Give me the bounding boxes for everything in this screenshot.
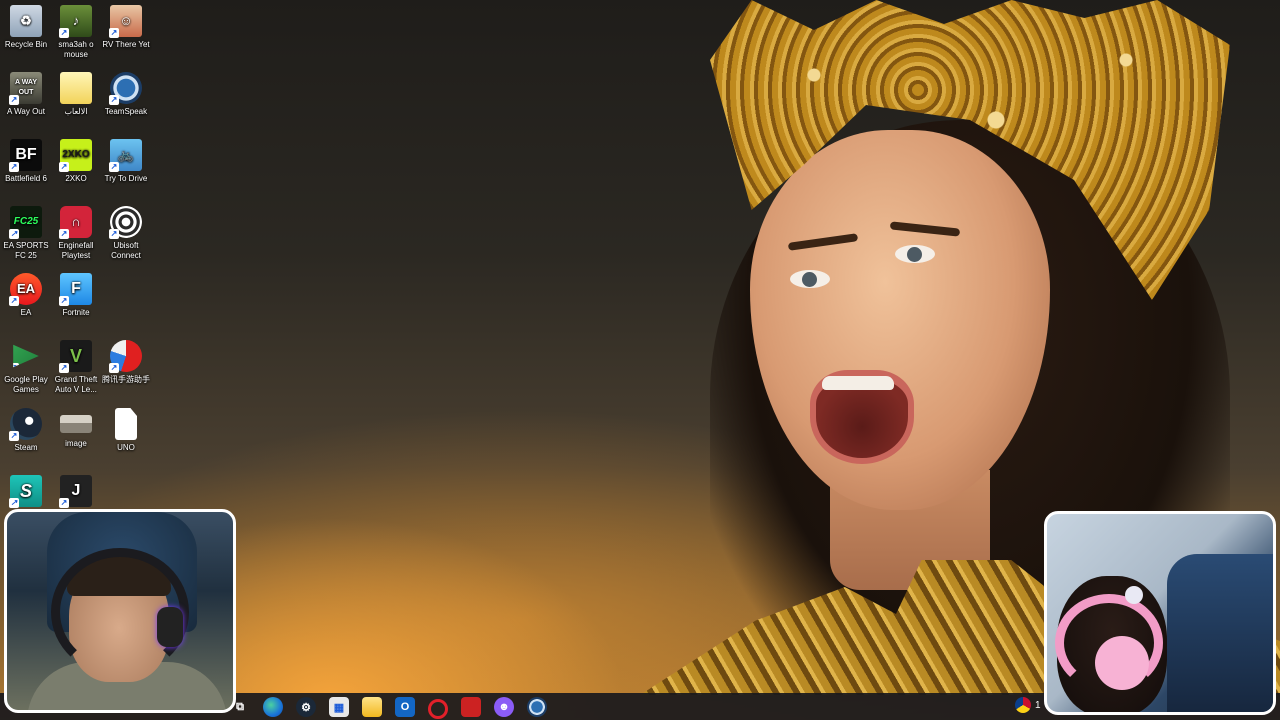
uno-file-icon [115, 408, 137, 440]
tray-clock[interactable]: 1 [1035, 700, 1041, 711]
jackbox-icon: J [59, 475, 92, 508]
medal-icon[interactable] [461, 697, 481, 717]
desktop-icon-ea[interactable]: EA EA [0, 268, 52, 318]
enginefall-icon: ∩ [59, 206, 92, 239]
outlook-icon[interactable]: O [395, 697, 415, 717]
desktop-icon-teamspeak[interactable]: TeamSpeak [100, 67, 152, 117]
desktop-icon-battlefield-6[interactable]: BF Battlefield 6 [0, 134, 52, 184]
edge-icon[interactable] [263, 697, 283, 717]
ea-sports-fc-icon: FC25 [9, 206, 42, 239]
desktop-icon-image[interactable]: image [50, 403, 102, 449]
desktop-icon-uno[interactable]: UNO [100, 403, 152, 453]
desktop-icon-jackbox[interactable]: J [50, 470, 102, 510]
ubisoft-connect-icon [109, 206, 142, 239]
2xko-icon: 2XKO [59, 139, 92, 172]
desktop-icon-a-way-out[interactable]: A WAY OUT A Way Out [0, 67, 52, 117]
folder-icon[interactable] [362, 697, 382, 717]
folder-icon [60, 72, 92, 104]
ea-icon: EA [9, 273, 42, 306]
language-flag-icon[interactable] [1015, 697, 1031, 713]
recycle-bin-icon: ♻ [10, 5, 42, 37]
desktop-icon-try-to-drive[interactable]: 🚲 Try To Drive [100, 134, 152, 184]
rv-there-yet-icon: ☺ [109, 5, 142, 38]
webcam-overlay-left [4, 509, 236, 713]
surfshark-icon: S [9, 475, 42, 508]
image-file-icon [60, 415, 92, 433]
shortcut-app-icon: ♪ [59, 5, 92, 38]
desktop-icon-fortnite[interactable]: F Fortnite [50, 268, 102, 318]
google-play-games-icon [13, 344, 39, 368]
desktop-icon-tencent-gaming-buddy[interactable]: 腾讯手游助手 [100, 335, 152, 385]
a-way-out-icon: A WAY OUT [9, 72, 42, 105]
desktop-icon-2xko[interactable]: 2XKO 2XKO [50, 134, 102, 184]
try-to-drive-icon: 🚲 [109, 139, 142, 172]
steam-icon[interactable]: ⚙ [296, 697, 316, 717]
teamspeak-icon [109, 72, 142, 105]
battlefield-icon: BF [9, 139, 42, 172]
teamspeak-icon[interactable] [527, 697, 547, 717]
fortnite-icon: F [59, 273, 92, 306]
steam-icon [9, 408, 42, 441]
desktop-icon-ubisoft-connect[interactable]: Ubisoft Connect [100, 201, 152, 261]
desktop-icon-google-play-games[interactable]: Google Play Games [0, 335, 52, 395]
discord-icon[interactable]: ☻ [494, 697, 514, 717]
webcam-overlay-right [1044, 511, 1276, 715]
desktop-icon-rv-there-yet[interactable]: ☺ RV There Yet [100, 0, 152, 50]
opera-icon[interactable] [428, 699, 448, 719]
desktop-icon-steam[interactable]: Steam [0, 403, 52, 453]
store-icon[interactable]: ▦ [329, 697, 349, 717]
desktop-icon-surfshark[interactable]: S [0, 470, 52, 510]
desktop-icon-enginefall-playtest[interactable]: ∩ Enginefall Playtest [50, 201, 102, 261]
desktop-icon-recycle-bin[interactable]: ♻ Recycle Bin [0, 0, 52, 50]
desktop-icon-ea-sports-fc-25[interactable]: FC25 EA SPORTS FC 25 [0, 201, 52, 261]
tencent-gaming-buddy-icon [109, 340, 142, 373]
desktop-icon-sma3ah-o-mouse[interactable]: ♪ sma3ah o mouse [50, 0, 102, 60]
desktop-icon-games-folder[interactable]: الالعاب [50, 67, 102, 117]
gta-v-icon: V [59, 340, 92, 373]
desktop-icon-gta-v[interactable]: V Grand Theft Auto V Le... [50, 335, 102, 395]
